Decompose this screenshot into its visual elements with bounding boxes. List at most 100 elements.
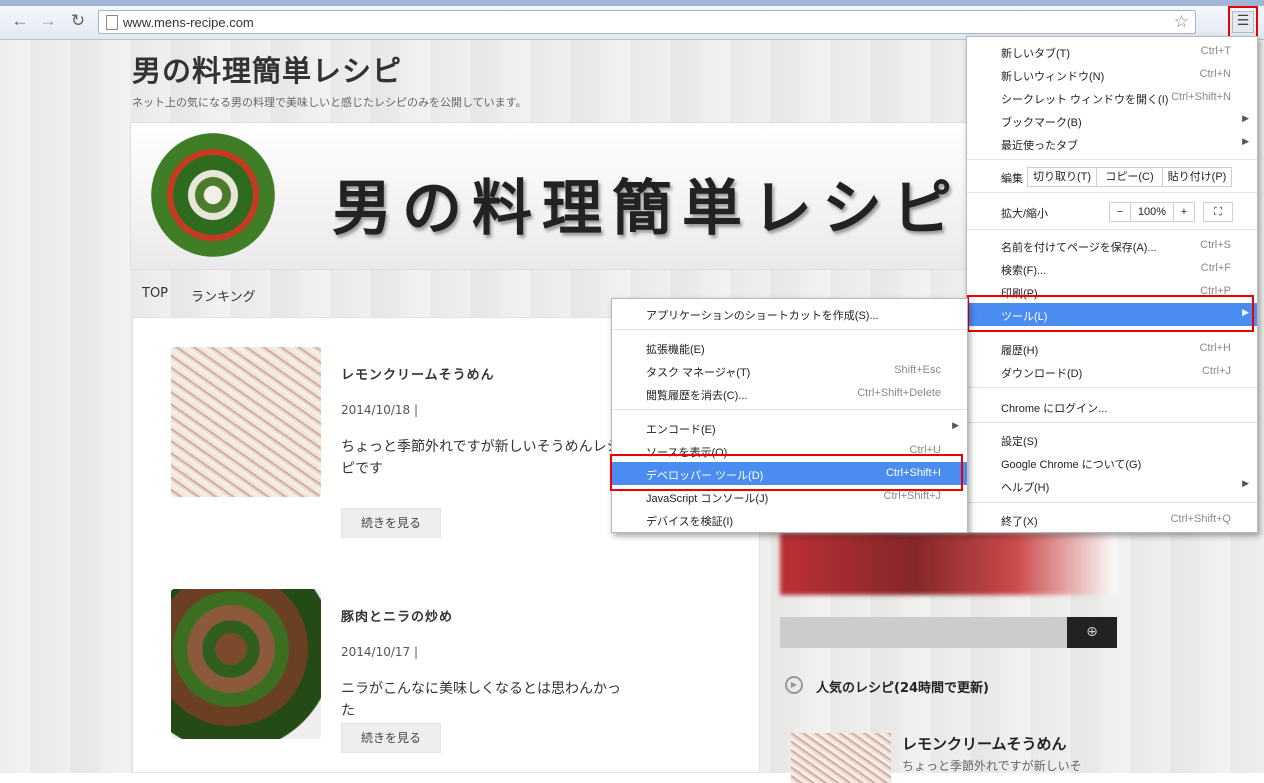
menu-item-label: シークレット ウィンドウを開く(I) — [1001, 94, 1169, 106]
address-bar[interactable]: www.mens-recipe.com ☆ — [98, 10, 1196, 34]
menu-item-label: タスク マネージャ(T) — [646, 367, 751, 379]
menu-item-task-manager[interactable]: タスク マネージャ(T) Shift+Esc — [612, 359, 967, 382]
menu-separator — [612, 329, 967, 330]
tools-highlight-box — [967, 295, 1254, 332]
menu-separator — [967, 159, 1257, 160]
menu-separator — [967, 387, 1257, 388]
menu-separator — [967, 192, 1257, 193]
read-more-button[interactable]: 続きを見る — [341, 723, 441, 753]
menu-item-shortcut: Ctrl+F — [1200, 262, 1231, 274]
menu-item-label: Chrome にログイン... — [1001, 403, 1108, 415]
menu-separator — [967, 422, 1257, 423]
menu-item-downloads[interactable]: ダウンロード(D) Ctrl+J — [967, 360, 1257, 383]
menu-item-sign-in[interactable]: Chrome にログイン... — [967, 395, 1257, 418]
menu-item-label: 拡張機能(E) — [646, 344, 705, 356]
menu-item-label: 検索(F)... — [1001, 265, 1047, 277]
menu-item-label: エンコード(E) — [646, 424, 716, 436]
menu-separator — [967, 502, 1257, 503]
nav-top[interactable]: TOP — [142, 286, 168, 301]
popular-item-excerpt: ちょっと季節外れですが新しいそ — [902, 759, 1082, 773]
post-excerpt: ニラがこんなに美味しくなるとは思わんかった — [341, 681, 621, 719]
menu-item-recent-tabs[interactable]: 最近使ったタブ ▶ — [967, 132, 1257, 155]
menu-item-create-shortcut[interactable]: アプリケーションのショートカットを作成(S)... — [612, 302, 967, 325]
post-title[interactable]: レモンクリームそうめん — [341, 364, 495, 383]
paste-button[interactable]: 貼り付け(P) — [1162, 167, 1232, 187]
menu-item-settings[interactable]: 設定(S) — [967, 428, 1257, 451]
back-arrow-icon[interactable]: ← — [8, 9, 32, 33]
zoom-in-button[interactable]: + — [1173, 202, 1195, 222]
banner-title: 男の料理簡単レシピ — [332, 174, 962, 244]
menu-item-encoding[interactable]: エンコード(E) ▶ — [612, 416, 967, 439]
menu-item-shortcut: Ctrl+S — [1200, 239, 1231, 251]
zoom-level: 100% — [1130, 202, 1174, 222]
popular-item-title[interactable]: レモンクリームそうめん — [902, 733, 1067, 754]
menu-item-inspect-devices[interactable]: デバイスを検証(I) — [612, 508, 967, 531]
search-icon[interactable]: ⊕ — [1067, 617, 1117, 648]
chevron-right-icon: ▶ — [952, 420, 959, 430]
menu-item-find[interactable]: 検索(F)... Ctrl+F — [967, 257, 1257, 280]
menu-item-label: 最近使ったタブ — [1001, 140, 1078, 152]
menu-item-history[interactable]: 履歴(H) Ctrl+H — [967, 337, 1257, 360]
post-date: 2014/10/17 | — [341, 645, 419, 659]
menu-item-shortcut: Ctrl+Shift+J — [883, 490, 941, 502]
menu-item-save-page[interactable]: 名前を付けてページを保存(A)... Ctrl+S — [967, 234, 1257, 257]
post-thumbnail[interactable] — [171, 589, 321, 739]
menu-item-shortcut: Ctrl+N — [1199, 68, 1231, 80]
forward-arrow-icon[interactable]: → — [36, 9, 60, 33]
menu-item-help[interactable]: ヘルプ(H) ▶ — [967, 474, 1257, 497]
menu-item-new-tab[interactable]: 新しいタブ(T) Ctrl+T — [967, 40, 1257, 63]
post-title[interactable]: 豚肉とニラの炒め — [341, 606, 453, 625]
menu-item-label: ダウンロード(D) — [1001, 368, 1083, 380]
post-excerpt: ちょっと季節外れですが新しいそうめんレシピです — [341, 439, 621, 477]
menu-separator — [967, 229, 1257, 230]
menu-item-label: 新しいタブ(T) — [1001, 48, 1071, 60]
menu-item-incognito[interactable]: シークレット ウィンドウを開く(I) Ctrl+Shift+N — [967, 86, 1257, 109]
chevron-right-icon: ▶ — [1242, 113, 1249, 123]
menu-item-label: Google Chrome について(G) — [1001, 459, 1142, 471]
chevron-right-icon: ▶ — [1242, 478, 1249, 488]
chevron-right-icon: ▶ — [1242, 136, 1249, 146]
post-thumbnail[interactable] — [171, 347, 321, 497]
page-icon — [106, 15, 118, 30]
menu-item-extensions[interactable]: 拡張機能(E) — [612, 336, 967, 359]
menu-item-clear-history[interactable]: 閲覧履歴を消去(C)... Ctrl+Shift+Delete — [612, 382, 967, 405]
menu-item-label: アプリケーションのショートカットを作成(S)... — [646, 310, 879, 322]
popular-recipes-heading: 人気のレシピ(24時間で更新) — [816, 681, 989, 696]
site-description: ネット上の気になる男の料理で美味しいと感じたレシピのみを公開しています。 — [132, 96, 527, 109]
sidebar-ad-image[interactable] — [780, 533, 1117, 595]
copy-button[interactable]: コピー(C) — [1096, 167, 1163, 187]
url-text[interactable]: www.mens-recipe.com — [123, 15, 254, 30]
menu-item-label: ブックマーク(B) — [1001, 117, 1082, 129]
popular-item-thumbnail[interactable] — [791, 733, 891, 783]
nav-ranking[interactable]: ランキング — [191, 286, 256, 305]
menu-item-label: 履歴(H) — [1001, 345, 1039, 357]
menu-item-shortcut: Ctrl+Shift+Delete — [857, 387, 941, 399]
menu-item-shortcut: Ctrl+T — [1200, 45, 1231, 57]
menu-item-exit[interactable]: 終了(X) Ctrl+Shift+Q — [967, 508, 1257, 531]
zoom-label: 拡大/縮小 — [1001, 208, 1049, 220]
post-date: 2014/10/18 | — [341, 403, 419, 417]
menu-item-label: 終了(X) — [1001, 516, 1038, 528]
banner-food-image — [151, 133, 275, 257]
play-circle-icon: ▶ — [785, 676, 803, 694]
menu-row-edit: 編集 切り取り(T) コピー(C) 貼り付け(P) — [967, 165, 1257, 188]
menu-item-shortcut: Shift+Esc — [894, 364, 941, 376]
star-icon[interactable]: ☆ — [1174, 12, 1189, 32]
edit-label: 編集 — [1001, 173, 1023, 185]
menu-item-about[interactable]: Google Chrome について(G) — [967, 451, 1257, 474]
search-input[interactable] — [780, 617, 1068, 648]
reload-icon[interactable]: ↻ — [66, 9, 90, 33]
fullscreen-icon[interactable]: ⛶ — [1203, 202, 1233, 222]
menu-item-shortcut: Ctrl+Shift+Q — [1170, 513, 1231, 525]
site-title[interactable]: 男の料理簡単レシピ — [132, 48, 402, 90]
menu-item-new-window[interactable]: 新しいウィンドウ(N) Ctrl+N — [967, 63, 1257, 86]
menu-item-shortcut: Ctrl+J — [1201, 365, 1231, 377]
menu-item-label: 新しいウィンドウ(N) — [1001, 71, 1105, 83]
menu-item-bookmarks[interactable]: ブックマーク(B) ▶ — [967, 109, 1257, 132]
menu-item-label: 設定(S) — [1001, 436, 1038, 448]
cut-button[interactable]: 切り取り(T) — [1027, 167, 1097, 187]
menu-item-label: デバイスを検証(I) — [646, 516, 734, 528]
zoom-out-button[interactable]: − — [1109, 202, 1131, 222]
menu-item-shortcut: Ctrl+Shift+N — [1171, 91, 1231, 103]
read-more-button[interactable]: 続きを見る — [341, 508, 441, 538]
